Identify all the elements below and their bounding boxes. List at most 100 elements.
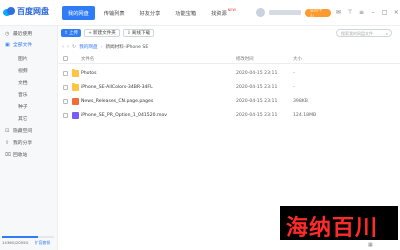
file-name[interactable]: News_Releases_CN.page.pages	[81, 99, 153, 104]
file-row[interactable]: Photos 2020-04-15 23:11 -	[58, 68, 400, 80]
sidebar-item-label: 回收站	[13, 153, 28, 158]
sidebar-item-docs[interactable]: 文档	[0, 77, 58, 88]
row-checkbox[interactable]	[63, 99, 68, 104]
refresh-icon[interactable]: ↻	[72, 44, 76, 50]
watermark: 海纳百川	[280, 206, 398, 241]
file-row[interactable]: iPhone_SE-AllColors-34BR-34FL 2020-04-15…	[58, 82, 400, 94]
breadcrumb-separator-icon: ›	[100, 44, 103, 50]
menu-icon[interactable]: ≡	[358, 9, 366, 17]
sidebar-item-music[interactable]: 音乐	[0, 89, 58, 100]
search-icon: ⌕	[385, 31, 388, 36]
close-icon[interactable]: ×	[392, 9, 400, 17]
logo-text: 百度网盘	[17, 7, 49, 16]
main-nav-tabs: 我的网盘 传输列表 好友分享 功能宝箱 找资源 NEW	[62, 6, 242, 20]
sidebar-item-label: 隐藏空间	[13, 129, 33, 134]
mail-icon[interactable]: ✉	[335, 9, 343, 17]
file-size: -	[293, 71, 295, 76]
sidebar-item-label: 图片	[18, 57, 28, 62]
sidebar-item-recycle-bin[interactable]: ⌧ 回收站	[0, 149, 58, 160]
tab-label: 功能宝箱	[175, 10, 197, 17]
search-placeholder: 搜索我的网盘文件	[341, 31, 373, 36]
tab-find-resources[interactable]: 找资源 NEW	[205, 6, 242, 20]
row-checkbox[interactable]	[63, 113, 68, 118]
breadcrumb-current: 新闻材料-iPhone SE	[105, 45, 149, 50]
tab-toolbox[interactable]: 功能宝箱	[169, 6, 202, 20]
sidebar-item-all-files[interactable]: ▣ 全部文件	[0, 39, 58, 50]
header-date[interactable]: 修改时间	[236, 56, 254, 62]
folder-icon	[72, 83, 79, 91]
lock-icon: ⊡	[5, 127, 10, 134]
file-size: -	[293, 85, 295, 90]
watermark-text: 海纳百川	[286, 216, 379, 241]
tab-transfer-list[interactable]: 传输列表	[98, 6, 131, 20]
folder-icon	[72, 69, 79, 77]
toolbar: ⇧ 上传 + 新建文件夹 ⇩ 离线下载 搜索我的网盘文件 ⌕	[58, 26, 400, 40]
offline-download-button[interactable]: ⇩ 离线下载	[122, 29, 155, 37]
add-folder-icon: +	[88, 30, 92, 36]
row-checkbox[interactable]	[63, 71, 68, 76]
expand-storage-link[interactable]: 扩容套餐	[35, 240, 50, 246]
sidebar-item-label: 我的分享	[13, 141, 33, 146]
tab-friend-share[interactable]: 好友分享	[134, 6, 167, 20]
sidebar-item-label: 其它	[18, 117, 28, 122]
file-row[interactable]: iPhone_SE_PR_Option_1_041520.mov 2020-04…	[58, 110, 400, 122]
download-icon: ⇩	[126, 30, 131, 36]
video-file-icon	[72, 112, 79, 119]
maximize-icon[interactable]: □	[381, 9, 389, 17]
sidebar-item-recent[interactable]: ◷ 最近使用	[0, 28, 58, 39]
file-size: 398KB	[293, 99, 308, 104]
header-size[interactable]: 大小	[293, 56, 302, 62]
file-row[interactable]: News_Releases_CN.page.pages 2020-04-15 2…	[58, 96, 400, 108]
sidebar-item-label: 全部文件	[13, 43, 33, 48]
top-bar: 百度网盘 我的网盘 传输列表 好友分享 功能宝箱 找资源 NEW 会员中心 ✉ ⊤…	[0, 0, 400, 26]
storage-fill	[2, 236, 39, 238]
sidebar-item-torrents[interactable]: 种子	[0, 101, 58, 112]
sidebar-item-label: 文档	[18, 81, 28, 86]
sidebar-item-video[interactable]: 视频	[0, 65, 58, 76]
storage-bar	[2, 236, 54, 238]
new-folder-button[interactable]: + 新建文件夹	[84, 29, 120, 37]
forward-arrow-icon[interactable]: ›	[67, 44, 69, 50]
search-input[interactable]: 搜索我的网盘文件 ⌕	[336, 29, 392, 37]
tab-my-disk[interactable]: 我的网盘	[62, 6, 95, 20]
row-checkbox[interactable]	[63, 85, 68, 90]
member-center-button[interactable]: 会员中心	[304, 7, 331, 18]
new-badge: NEW	[227, 8, 236, 12]
file-date: 2020-04-15 23:11	[236, 71, 278, 76]
minimize-icon[interactable]: –	[369, 9, 377, 17]
grid-view-icon[interactable]: ▦	[368, 242, 373, 248]
file-name[interactable]: iPhone_SE-AllColors-34BR-34FL	[81, 85, 153, 90]
back-arrow-icon[interactable]: ‹	[62, 44, 64, 50]
username-placeholder[interactable]	[268, 10, 301, 15]
file-name[interactable]: Photos	[81, 71, 97, 76]
sidebar-item-hidden-space[interactable]: ⊡ 隐藏空间	[0, 125, 58, 136]
sidebar-item-label: 种子	[18, 105, 28, 110]
sidebar-item-label: 最近使用	[13, 32, 33, 37]
cloud-logo-icon	[3, 7, 15, 16]
tab-label: 找资源	[211, 10, 227, 17]
select-all-checkbox[interactable]	[63, 56, 68, 61]
button-label: 新建文件夹	[92, 31, 116, 36]
sidebar-item-my-shares[interactable]: ⇪ 我的分享	[0, 137, 58, 148]
header-name[interactable]: 文件名	[81, 56, 94, 62]
user-area: 会员中心 ✉ ⊤ ≡ – □ ×	[256, 7, 400, 18]
file-name[interactable]: iPhone_SE_PR_Option_1_041520.mov	[81, 113, 167, 118]
file-date: 2020-04-15 23:11	[236, 85, 278, 90]
upload-icon: ⇧	[64, 30, 68, 36]
sidebar-item-images[interactable]: 图片	[0, 53, 58, 64]
folder-icon: ▣	[5, 41, 10, 48]
upload-button[interactable]: ⇧ 上传	[61, 29, 82, 37]
clock-icon: ◷	[5, 30, 10, 37]
breadcrumb-root[interactable]: 我的网盘	[79, 44, 97, 50]
avatar[interactable]	[256, 8, 265, 17]
shirt-skin-icon[interactable]: ⊤	[346, 9, 354, 17]
tab-label: 我的网盘	[68, 10, 89, 17]
sidebar-item-other[interactable]: 其它	[0, 113, 58, 124]
tab-label: 传输列表	[103, 10, 125, 17]
pages-document-icon	[72, 98, 79, 105]
button-label: 离线下载	[131, 31, 151, 36]
app-logo[interactable]: 百度网盘	[3, 6, 49, 17]
button-label: 上传	[68, 31, 79, 36]
sidebar: ◷ 最近使用 ▣ 全部文件 图片 视频 文档 音乐 种子 其它 ⊡ 隐藏空间 ⇪ 我的分…	[0, 26, 58, 250]
sidebar-item-label: 音乐	[18, 93, 28, 98]
